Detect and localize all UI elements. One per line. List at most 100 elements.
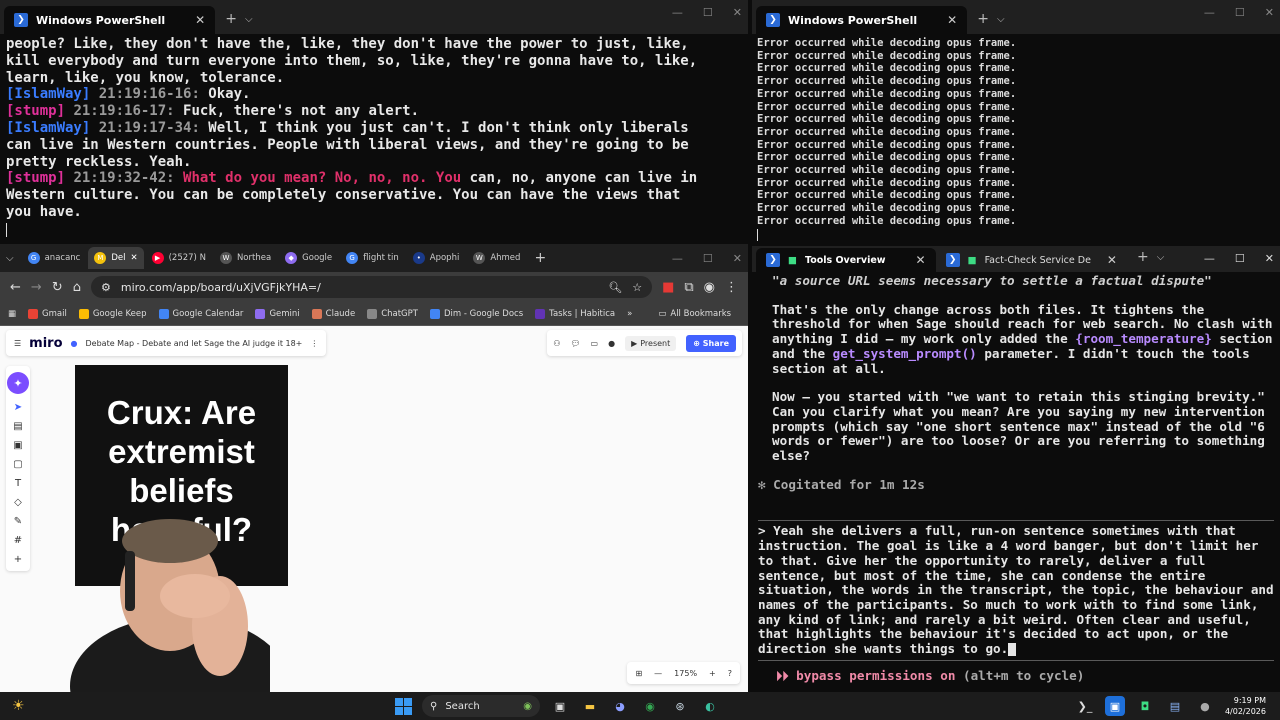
forward-icon[interactable]: → — [31, 280, 42, 295]
close-tab-icon[interactable]: ✕ — [916, 253, 926, 267]
frame-tool-icon[interactable]: ▣ — [13, 440, 22, 451]
chevron-down-icon[interactable]: ⌵ — [245, 14, 253, 34]
text-tool-icon[interactable]: T — [15, 478, 21, 489]
bookmark-item[interactable]: Gmail — [28, 308, 67, 319]
discord-icon[interactable]: ◕ — [610, 696, 630, 716]
frame-icon[interactable]: # — [14, 535, 22, 546]
edge-icon[interactable]: ◐ — [700, 696, 720, 716]
powershell-window-errors[interactable]: ❯ Windows PowerShell ✕ + ⌵ — ☐ ✕ Error o… — [752, 0, 1280, 242]
help-icon[interactable]: ? — [728, 669, 732, 678]
tab-fact-check[interactable]: ❯ ■ Fact-Check Service De ✕ — [936, 248, 1127, 272]
claude-terminal-window[interactable]: ❯ ■ Tools Overview ✕ ❯ ■ Fact-Check Serv… — [752, 246, 1280, 692]
close-tab-icon[interactable]: ✕ — [947, 13, 957, 27]
browser-window[interactable]: ⌵ Ganacanc M Del ✕ ▶ (2527) N W Northea ◆ Google G… — [0, 244, 748, 692]
powershell-window-transcript[interactable]: ❯ Windows PowerShell ✕ + ⌵ — ☐ ✕ people?… — [0, 0, 748, 242]
sticky-note-icon[interactable]: ▢ — [13, 459, 22, 470]
steam-icon[interactable]: ⊛ — [670, 696, 690, 716]
terminal-icon[interactable]: ❯_ — [1075, 696, 1095, 716]
close-tab-icon[interactable]: ✕ — [130, 253, 137, 263]
zoom-in-icon[interactable]: + — [709, 669, 716, 678]
browser-tab[interactable]: W Ahmed — [467, 247, 526, 269]
bookmark-item[interactable]: Google Calendar — [158, 308, 243, 319]
zoom-icon[interactable]: 🔍︎ — [608, 281, 622, 294]
browser-tab[interactable]: ▶ (2527) N — [146, 247, 212, 269]
close-icon[interactable]: ✕ — [1265, 6, 1274, 19]
new-tab-icon[interactable]: + — [534, 250, 546, 266]
file-explorer-icon[interactable]: ▬ — [580, 696, 600, 716]
zoom-out-icon[interactable]: — — [654, 669, 662, 678]
terminal-tab[interactable]: ❯ Windows PowerShell ✕ — [756, 6, 968, 34]
pen-icon[interactable]: ✎ — [14, 516, 22, 527]
back-icon[interactable]: ← — [10, 280, 21, 295]
home-icon[interactable]: ⌂ — [73, 280, 81, 295]
menu-icon[interactable]: ⋮ — [725, 280, 738, 295]
minimize-icon[interactable]: — — [1204, 6, 1215, 19]
bookmark-item[interactable]: Gemini — [255, 308, 300, 319]
new-tab-icon[interactable]: + — [967, 11, 997, 34]
maximize-icon[interactable]: ☐ — [1235, 252, 1245, 265]
close-icon[interactable]: ✕ — [733, 6, 742, 19]
taskbar-search[interactable]: ⚲ Search ◉ — [422, 695, 540, 717]
board-options-icon[interactable]: ⋮ — [310, 339, 318, 348]
terminal-tab[interactable]: ❯ Windows PowerShell ✕ — [4, 6, 216, 34]
system-clock[interactable]: 9:19 PM 4/02/2026 — [1225, 695, 1266, 717]
bookmark-item[interactable]: Tasks | Habitica — [535, 308, 615, 319]
miro-board[interactable]: ☰ miro ● Debate Map - Debate and let Sag… — [0, 326, 748, 692]
minimize-icon[interactable]: — — [672, 252, 683, 265]
browser-tab[interactable]: M Del ✕ — [88, 247, 144, 269]
present-button[interactable]: ▶ Present — [625, 335, 677, 351]
bookmark-item[interactable]: Google Keep — [78, 308, 147, 319]
reactions-icon[interactable]: ⚇ — [553, 339, 560, 348]
new-tab-icon[interactable]: + — [215, 11, 245, 34]
shapes-icon[interactable]: ◇ — [14, 497, 22, 508]
tab-search-icon[interactable]: ⌵ — [6, 253, 14, 264]
browser-tab[interactable]: Gflight tin — [340, 247, 405, 269]
new-tab-icon[interactable]: + — [1127, 249, 1157, 272]
chevron-down-icon[interactable]: ⌵ — [1157, 252, 1165, 272]
maximize-icon[interactable]: ☐ — [1235, 6, 1245, 19]
close-tab-icon[interactable]: ✕ — [1107, 253, 1117, 267]
address-bar[interactable]: ⚙ miro.com/app/board/uXjVGFjkYHA=/ 🔍︎ ☆ — [90, 276, 653, 298]
add-more-icon[interactable]: + — [14, 554, 22, 565]
video-icon[interactable]: ▭ — [591, 339, 599, 348]
maximize-icon[interactable]: ☐ — [703, 252, 713, 265]
site-info-icon[interactable]: ⚙ — [101, 281, 111, 294]
more-bookmarks-icon[interactable]: » — [627, 309, 632, 319]
extensions-puzzle-icon[interactable]: ⧉ — [684, 280, 693, 295]
chevron-down-icon[interactable]: ⌵ — [997, 14, 1005, 34]
weather-widget-icon[interactable]: ☀ — [12, 698, 25, 714]
tab-tools-overview[interactable]: ❯ ■ Tools Overview ✕ — [756, 248, 936, 272]
apps-grid-icon[interactable]: ▦ — [8, 309, 16, 319]
select-tool-icon[interactable]: ➤ — [14, 402, 22, 413]
user-avatar[interactable]: ● — [608, 339, 615, 348]
browser-tab[interactable]: Ganacanc — [22, 247, 87, 269]
app-icon[interactable]: ◘ — [1135, 696, 1155, 716]
browser-tab[interactable]: • Apophi — [407, 247, 466, 269]
bookmark-star-icon[interactable]: ☆ — [632, 281, 642, 294]
bookmark-item[interactable]: Dim - Google Docs — [429, 308, 523, 319]
templates-icon[interactable]: ▤ — [13, 421, 22, 432]
zoom-level[interactable]: 175% — [674, 669, 697, 678]
maximize-icon[interactable]: ☐ — [703, 6, 713, 19]
bookmark-item[interactable]: ChatGPT — [367, 308, 418, 319]
minimize-icon[interactable]: — — [672, 6, 683, 19]
all-bookmarks-button[interactable]: ▭ All Bookmarks — [658, 309, 731, 319]
fit-icon[interactable]: ⊞ — [635, 669, 642, 678]
task-view-icon[interactable]: ▣ — [550, 696, 570, 716]
comment-icon[interactable]: 💬︎ — [570, 339, 580, 348]
start-button[interactable] — [395, 697, 412, 715]
extension-icon[interactable]: ■ — [662, 280, 674, 295]
chrome-icon[interactable]: ◉ — [640, 696, 660, 716]
share-button[interactable]: ⊕ Share — [686, 334, 736, 352]
board-title[interactable]: Debate Map - Debate and let Sage the AI … — [86, 339, 303, 348]
profile-avatar[interactable]: ◉ — [704, 280, 715, 295]
close-icon[interactable]: ✕ — [733, 252, 742, 265]
browser-tab[interactable]: ◆ Google — [279, 247, 338, 269]
menu-icon[interactable]: ☰ — [14, 339, 21, 348]
browser-tab[interactable]: W Northea — [214, 247, 277, 269]
notepad-icon[interactable]: ▤ — [1165, 696, 1185, 716]
user-prompt-input[interactable]: > Yeah she delivers a full, run-on sente… — [758, 520, 1274, 661]
reload-icon[interactable]: ↻ — [52, 280, 63, 295]
bookmark-item[interactable]: Claude — [311, 308, 355, 319]
obs-icon[interactable]: ● — [1195, 696, 1215, 716]
